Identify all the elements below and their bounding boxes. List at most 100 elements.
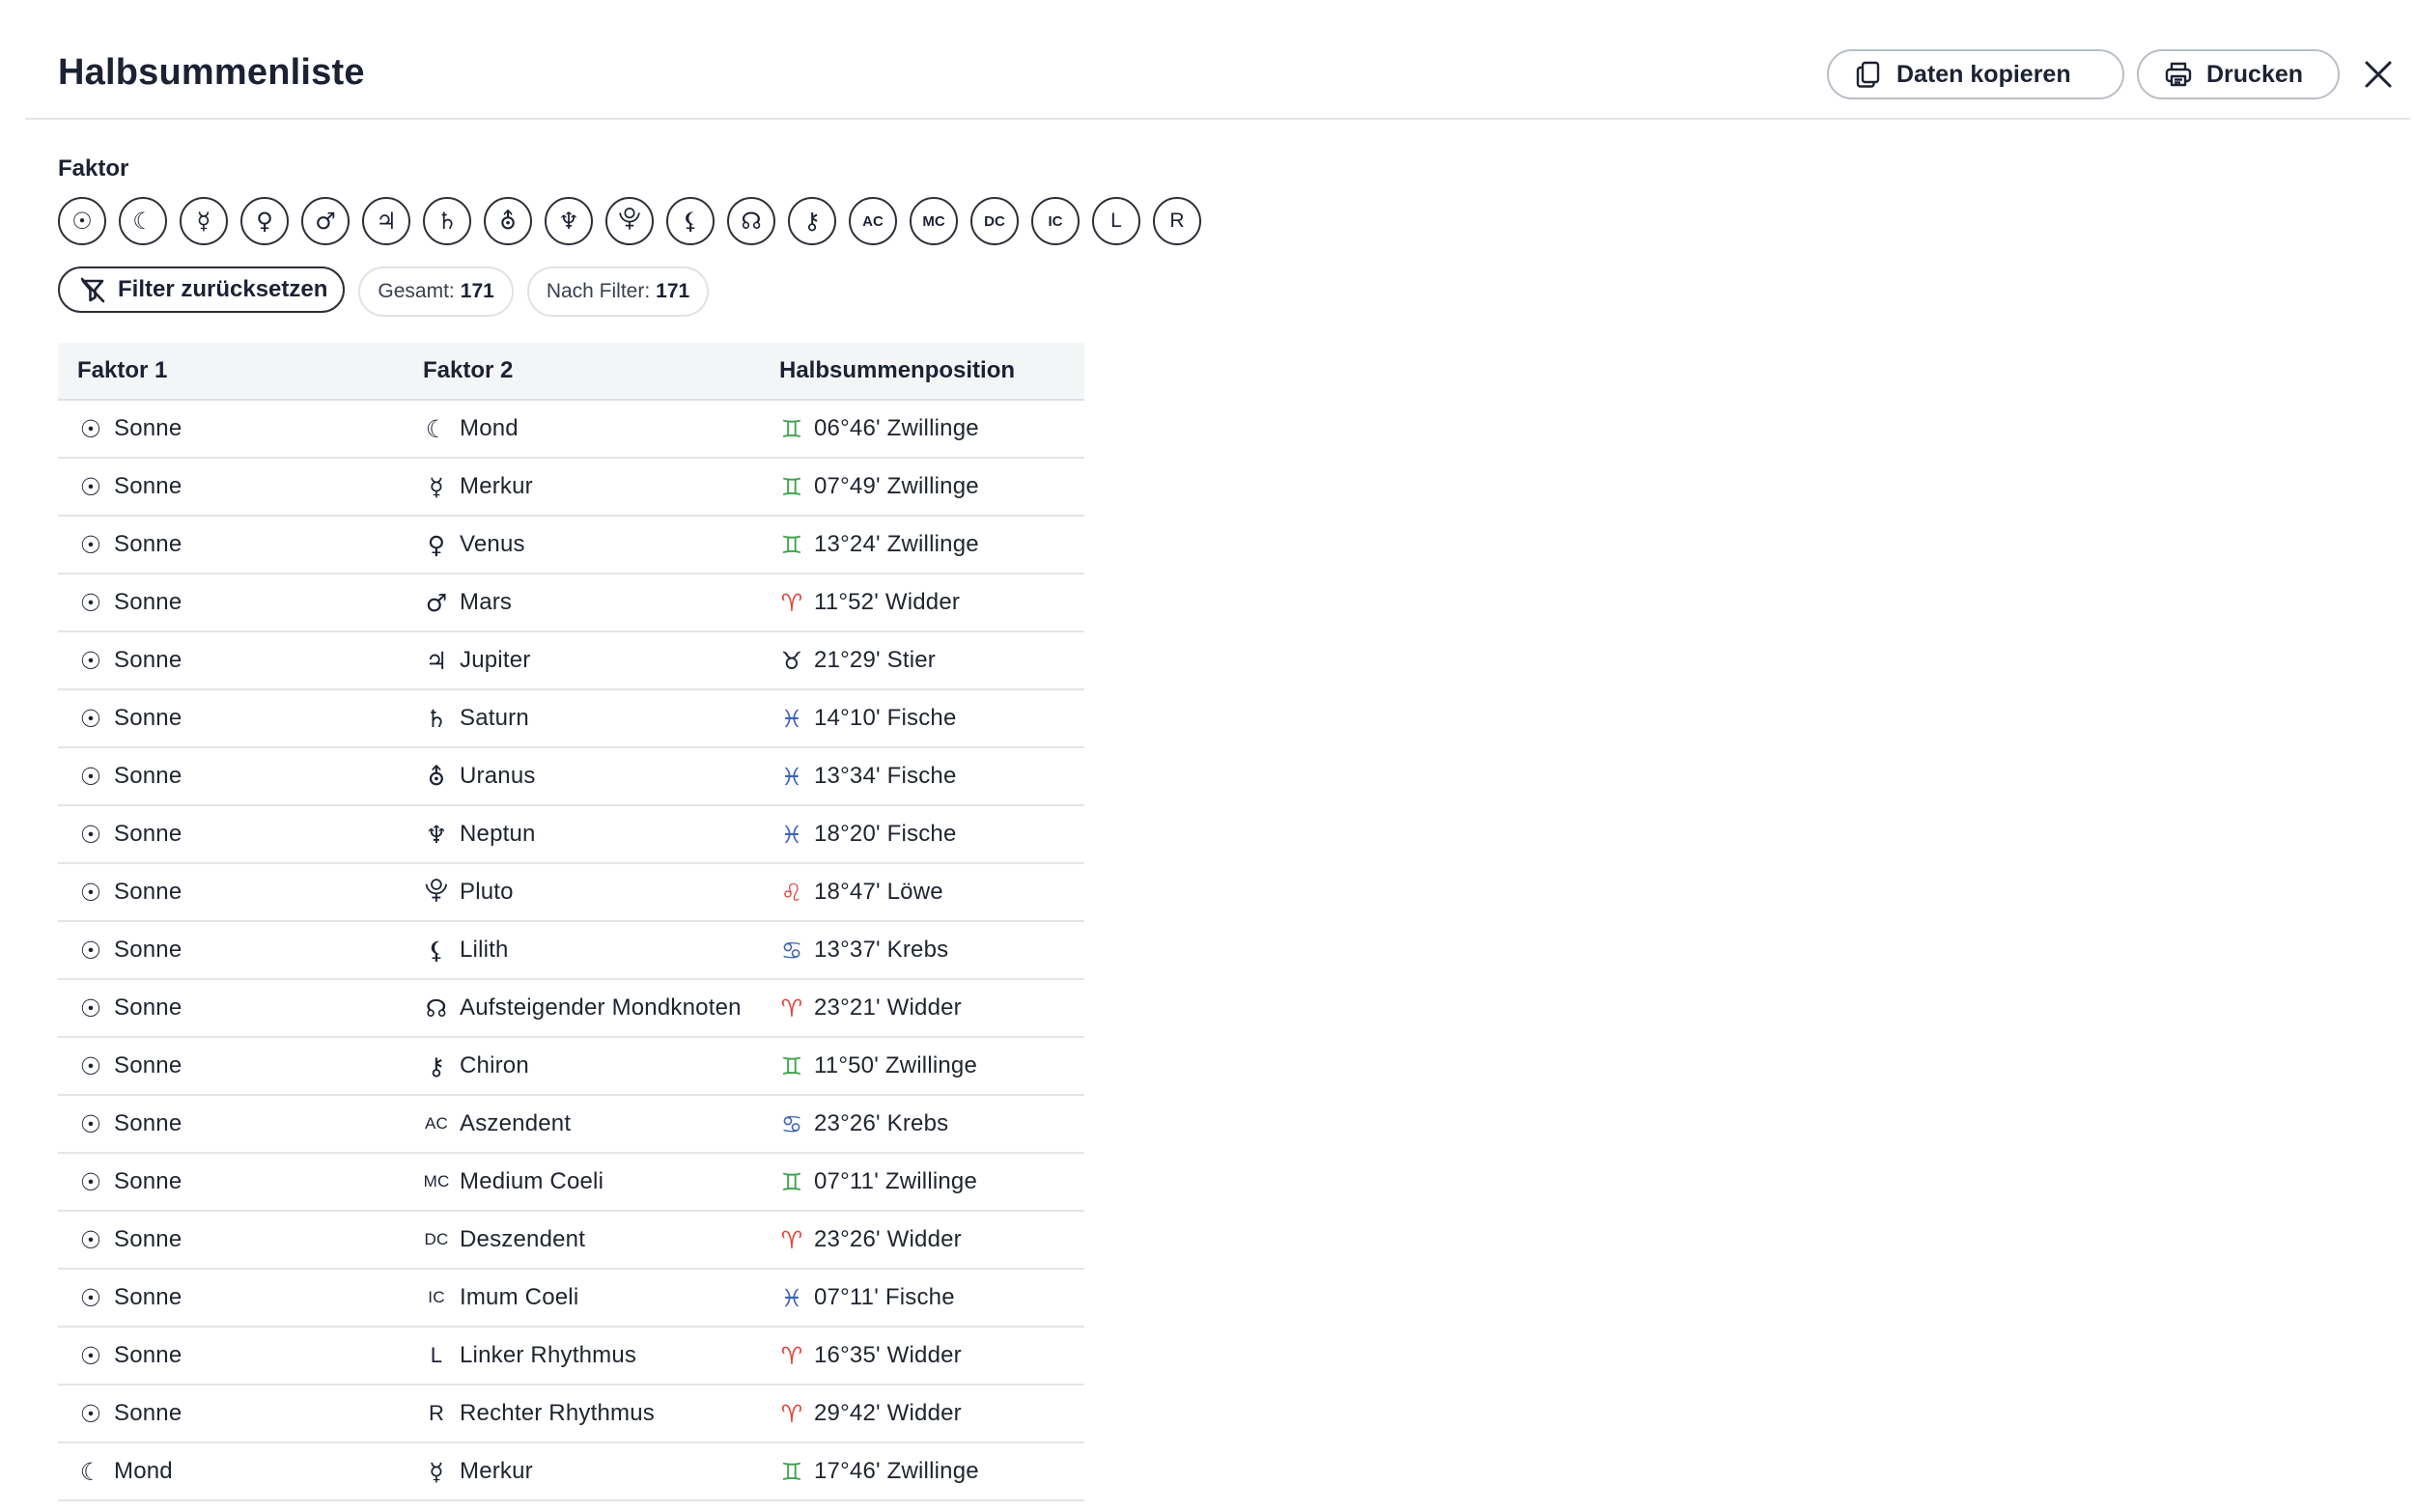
ascendant-icon: AC (862, 212, 884, 230)
column-header-factor1[interactable]: Faktor 1 (58, 357, 414, 384)
factor-chip-mercury[interactable]: ☿ (180, 197, 228, 245)
factor1-symbol-icon: ☉ (79, 936, 102, 965)
factor-chip-descendant[interactable]: DC (970, 197, 1019, 245)
table-row[interactable]: ☉ Sonne L Linker Rhythmus ♈ 16°35' Widder (58, 1328, 1084, 1386)
zodiac-sign-icon: ♊ (780, 414, 803, 443)
zodiac-sign-icon: ♊ (780, 472, 803, 501)
factor1-cell: ☉ Sonne (58, 1168, 414, 1196)
factor-chip-medium-coeli[interactable]: MC (910, 197, 958, 245)
factor1-symbol-icon: ☉ (79, 530, 102, 559)
table-row[interactable]: ☉ Sonne DC Deszendent ♈ 23°26' Widder (58, 1212, 1084, 1270)
position-cell: ♓ 07°11' Fische (771, 1284, 1084, 1312)
factor1-cell: ☉ Sonne (58, 1400, 414, 1428)
factor1-name: Sonne (114, 531, 182, 557)
zodiac-sign-icon: ♓ (780, 704, 803, 733)
factor1-symbol-icon: ☉ (79, 588, 102, 617)
factor2-cell: AC Aszendent (414, 1110, 771, 1137)
factor1-symbol-icon: ☉ (79, 1051, 102, 1080)
factor2-name: Uranus (460, 763, 536, 789)
factor2-name: Aufsteigender Mondknoten (460, 994, 742, 1021)
factor-chip-neptune[interactable]: ♆ (545, 197, 593, 245)
print-button[interactable]: Drucken (2137, 49, 2340, 99)
factor2-name: Neptun (460, 821, 536, 847)
factor2-name: Venus (460, 531, 525, 557)
factor2-symbol-icon: AC (424, 1114, 449, 1133)
factor1-name: Sonne (114, 763, 182, 789)
factor-chip-north-node[interactable]: ☊ (727, 197, 775, 245)
factor1-symbol-icon: ☉ (79, 762, 102, 791)
factor-chip-jupiter[interactable]: ♃ (362, 197, 410, 245)
close-icon[interactable] (2360, 56, 2397, 93)
factor2-name: Linker Rhythmus (460, 1342, 637, 1368)
factor-chip-sun[interactable]: ☉ (58, 197, 106, 245)
table-row[interactable]: ☉ Sonne ♂ Mars ♈ 11°52' Widder (58, 574, 1084, 632)
table-row[interactable]: ☉ Sonne ⚸ Lilith ♋ 13°37' Krebs (58, 922, 1084, 980)
table-row[interactable]: ☉ Sonne ☊ Aufsteigender Mondknoten ♈ 23°21' W… (58, 980, 1084, 1038)
table-row[interactable]: ☉ Sonne ☿ Merkur ♊ 07°49' Zwillinge (58, 459, 1084, 517)
table-row[interactable]: ☉ Sonne ♆ Neptun ♓ 18°20' Fische (58, 806, 1084, 864)
chiron-icon: ⚷ (803, 208, 821, 235)
factor1-name: Mond (114, 1458, 173, 1484)
factor2-name: Mond (460, 415, 519, 441)
reset-filter-button[interactable]: Filter zurücksetzen (58, 266, 346, 313)
mars-icon: ♂ (315, 208, 336, 235)
table-row[interactable]: ☉ Sonne ☾ Mond ♊ 06°46' Zwillinge (58, 401, 1084, 459)
factor-chip-imum-coeli[interactable]: IC (1031, 197, 1080, 245)
position-cell: ♊ 07°11' Zwillinge (771, 1168, 1084, 1196)
pluto-icon: ⯓ (618, 204, 641, 232)
factor-chip-chiron[interactable]: ⚷ (788, 197, 836, 245)
column-header-position[interactable]: Halbsummenposition (771, 357, 1084, 384)
factor1-cell: ☉ Sonne (58, 879, 414, 907)
factor2-cell: ⚸ Lilith (414, 937, 771, 965)
table-row[interactable]: ☾ Mond ☿ Merkur ♊ 17°46' Zwillinge (58, 1443, 1084, 1501)
table-row[interactable]: ☉ Sonne ⚷ Chiron ♊ 11°50' Zwillinge (58, 1038, 1084, 1096)
factor2-cell: ⛢ Uranus (414, 763, 771, 791)
factor1-cell: ☉ Sonne (58, 415, 414, 443)
factor2-cell: ♃ Jupiter (414, 647, 771, 675)
zodiac-sign-icon: ♈ (780, 588, 803, 617)
table-row[interactable]: ☉ Sonne ⯓ Pluto ♌ 18°47' Löwe (58, 864, 1084, 922)
venus-icon: ♀ (256, 208, 273, 235)
factor2-symbol-icon: ♂ (425, 588, 448, 617)
position-cell: ♓ 13°34' Fische (771, 763, 1084, 791)
factor1-name: Sonne (114, 589, 182, 615)
position-value: 29°42' Widder (814, 1400, 962, 1426)
factor1-name: Sonne (114, 1052, 182, 1078)
position-value: 18°47' Löwe (814, 879, 943, 905)
filtered-count-badge: Nach Filter: 171 (526, 266, 710, 317)
position-cell: ♉ 21°29' Stier (771, 647, 1084, 675)
position-cell: ♋ 23°26' Krebs (771, 1110, 1084, 1138)
table-row[interactable]: ☉ Sonne MC Medium Coeli ♊ 07°11' Zwillinge (58, 1154, 1084, 1212)
page-title: Halbsummenliste (58, 52, 365, 93)
factor-chip-venus[interactable]: ♀ (240, 197, 289, 245)
factor-chip-moon[interactable]: ☾ (119, 197, 167, 245)
position-cell: ♊ 07°49' Zwillinge (771, 473, 1084, 501)
table-row[interactable]: ☉ Sonne ⛢ Uranus ♓ 13°34' Fische (58, 748, 1084, 806)
table-row[interactable]: ☉ Sonne ♀ Venus ♊ 13°24' Zwillinge (58, 517, 1084, 574)
position-value: 06°46' Zwillinge (814, 415, 979, 441)
position-value: 14°10' Fische (814, 705, 957, 731)
copy-data-button[interactable]: Daten kopieren (1827, 49, 2124, 99)
factor1-cell: ☉ Sonne (58, 763, 414, 791)
factor-chip-mars[interactable]: ♂ (301, 197, 350, 245)
table-row[interactable]: ☉ Sonne ♃ Jupiter ♉ 21°29' Stier (58, 632, 1084, 690)
table-row[interactable]: ☉ Sonne ♄ Saturn ♓ 14°10' Fische (58, 690, 1084, 748)
factor-chip-saturn[interactable]: ♄ (423, 197, 471, 245)
factor-chip-lilith[interactable]: ⚸ (666, 197, 715, 245)
factor-chip-ascendant[interactable]: AC (849, 197, 897, 245)
column-header-factor2[interactable]: Faktor 2 (414, 357, 771, 384)
position-value: 07°11' Zwillinge (814, 1168, 978, 1194)
factor1-name: Sonne (114, 1110, 182, 1136)
halfsum-table: Faktor 1 Faktor 2 Halbsummenposition ☉ So… (58, 343, 1084, 1501)
position-value: 13°24' Zwillinge (814, 531, 979, 557)
table-row[interactable]: ☉ Sonne AC Aszendent ♋ 23°26' Krebs (58, 1096, 1084, 1154)
factor2-cell: ☿ Merkur (414, 473, 771, 501)
position-value: 23°26' Widder (814, 1226, 962, 1252)
neptune-icon: ♆ (558, 208, 579, 235)
factor-chip-right-rhythm[interactable]: R (1153, 197, 1201, 245)
factor-chip-uranus[interactable]: ⛢ (484, 197, 532, 245)
factor-chip-pluto[interactable]: ⯓ (605, 197, 654, 245)
table-row[interactable]: ☉ Sonne R Rechter Rhythmus ♈ 29°42' Widder (58, 1386, 1084, 1443)
factor-chip-left-rhythm[interactable]: L (1092, 197, 1140, 245)
table-row[interactable]: ☉ Sonne IC Imum Coeli ♓ 07°11' Fische (58, 1270, 1084, 1328)
